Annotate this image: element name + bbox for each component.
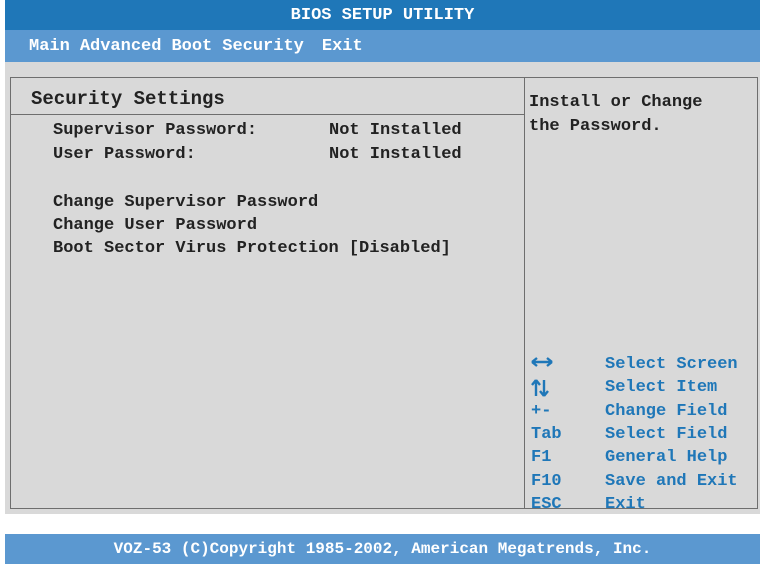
key-desc: Select Item bbox=[605, 378, 718, 397]
key-label: F10 bbox=[531, 472, 562, 491]
menu-item-security[interactable]: Security bbox=[222, 37, 304, 56]
key-label: Tab bbox=[531, 425, 562, 444]
key-desc: Select Screen bbox=[605, 355, 738, 374]
key-hint-row: +- Change Field bbox=[531, 402, 727, 425]
key-desc: Exit bbox=[605, 495, 646, 514]
menu-item-main[interactable]: Main bbox=[29, 37, 70, 56]
footer-copyright: VOZ-53 (C)Copyright 1985-2002, American … bbox=[5, 534, 760, 564]
key-hint-row: Tab Select Field bbox=[531, 425, 727, 448]
user-password-status: Not Installed bbox=[329, 145, 462, 164]
key-label: F1 bbox=[531, 448, 552, 467]
key-label: ESC bbox=[531, 495, 562, 514]
up-down-arrow-icon bbox=[531, 378, 605, 401]
key-hint-row: ESC Exit bbox=[531, 495, 646, 518]
app-title: BIOS SETUP UTILITY bbox=[290, 5, 475, 25]
left-right-arrow-icon bbox=[531, 355, 605, 378]
key-hint-row: Select Item bbox=[531, 378, 717, 401]
user-password-label: User Password: bbox=[53, 145, 196, 164]
settings-frame: Security Settings Supervisor Password: N… bbox=[10, 77, 758, 514]
supervisor-password-label: Supervisor Password: bbox=[53, 121, 258, 140]
help-text-line-2: the Password. bbox=[529, 117, 662, 136]
section-title: Security Settings bbox=[31, 88, 225, 110]
menu-item-exit[interactable]: Exit bbox=[322, 37, 363, 56]
key-desc: Save and Exit bbox=[605, 472, 738, 491]
key-hint-row: Select Screen bbox=[531, 355, 738, 378]
key-hint-row: F1 General Help bbox=[531, 448, 727, 471]
key-desc: Change Field bbox=[605, 402, 728, 421]
copyright-text: VOZ-53 (C)Copyright 1985-2002, American … bbox=[113, 540, 652, 558]
supervisor-password-status: Not Installed bbox=[329, 121, 462, 140]
menu-bar: Main Advanced Boot Security Exit bbox=[5, 30, 760, 62]
main-panel: Security Settings Supervisor Password: N… bbox=[5, 62, 760, 514]
key-hint-row: F10 Save and Exit bbox=[531, 472, 738, 495]
change-supervisor-password-option[interactable]: Change Supervisor Password bbox=[53, 193, 318, 212]
key-desc: Select Field bbox=[605, 425, 728, 444]
boot-sector-virus-protection-option[interactable]: Boot Sector Virus Protection [Disabled] bbox=[53, 239, 451, 258]
help-text-line-1: Install or Change bbox=[529, 93, 703, 112]
menu-item-boot[interactable]: Boot bbox=[171, 37, 212, 56]
panel-divider bbox=[524, 78, 525, 508]
menu-item-advanced[interactable]: Advanced bbox=[80, 37, 162, 56]
title-bar: BIOS SETUP UTILITY bbox=[5, 0, 760, 30]
change-user-password-option[interactable]: Change User Password bbox=[53, 216, 257, 235]
key-label: +- bbox=[531, 402, 552, 421]
section-divider bbox=[11, 114, 524, 115]
key-desc: General Help bbox=[605, 448, 728, 467]
